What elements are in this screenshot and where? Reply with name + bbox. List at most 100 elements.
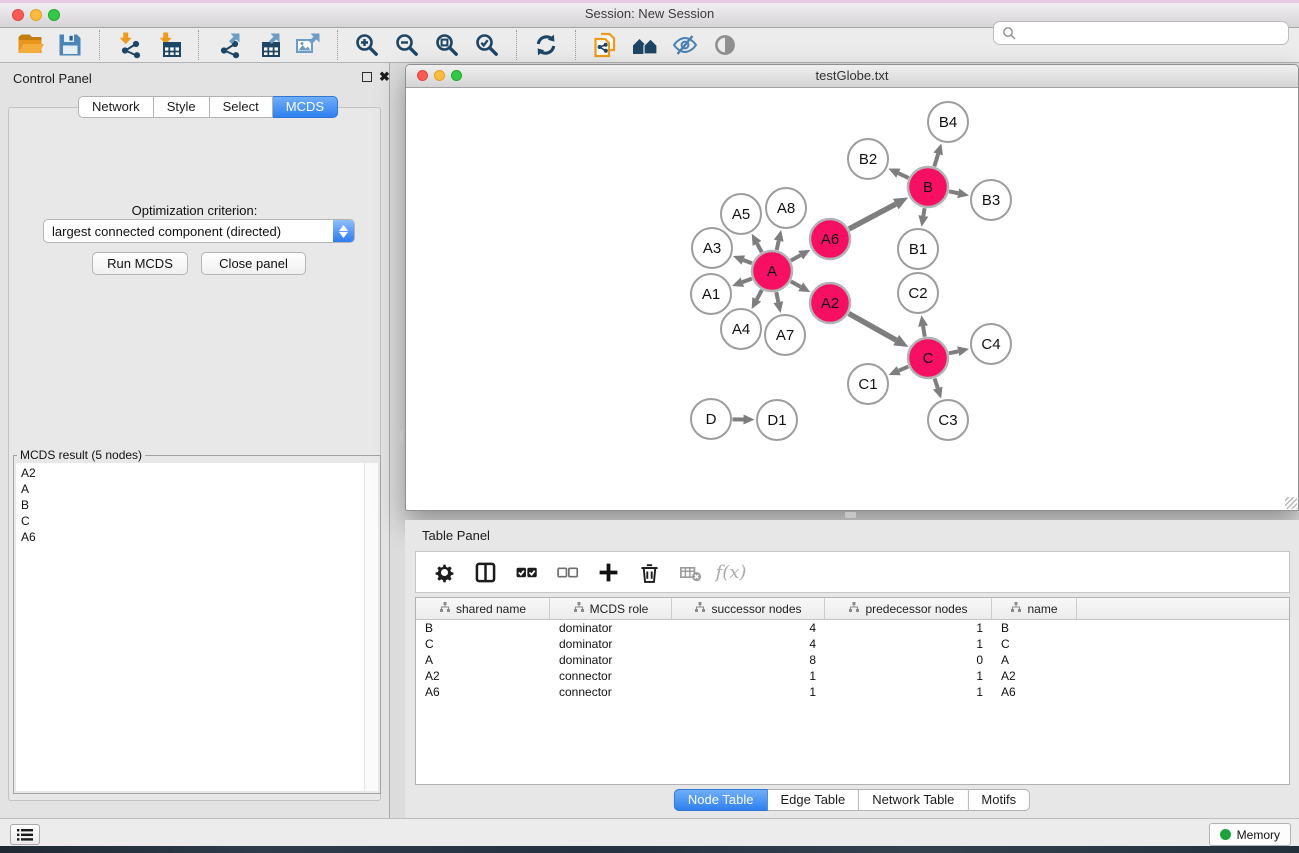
column-visibility-icon[interactable]	[472, 559, 498, 585]
table-cell[interactable]: A6	[992, 685, 1077, 699]
network-canvas[interactable]: A5A8A3A1A4A7AA6A2B2B4BB3B1C2CC4C1C3DD1	[406, 88, 1297, 510]
table-row[interactable]: Bdominator41B	[416, 620, 1289, 636]
network-overview-icon[interactable]	[630, 30, 660, 60]
close-panel-button[interactable]: Close panel	[201, 252, 306, 275]
table-cell[interactable]: dominator	[550, 621, 672, 635]
table-cell[interactable]: A2	[416, 669, 550, 683]
table-cell[interactable]: dominator	[550, 653, 672, 667]
tab-network[interactable]: Network	[78, 96, 154, 118]
mcds-result-item[interactable]: A	[16, 481, 378, 497]
show-panels-icon[interactable]	[710, 30, 740, 60]
column-header-successor-nodes[interactable]: successor nodes	[672, 598, 825, 619]
table-cell[interactable]: 4	[672, 637, 825, 651]
graph-edge-A-A2[interactable]	[791, 281, 801, 286]
table-cell[interactable]: B	[416, 621, 550, 635]
save-session-icon[interactable]	[55, 30, 85, 60]
graph-edge-A-A7[interactable]	[776, 292, 778, 302]
graph-edge-B-B4[interactable]	[934, 154, 938, 166]
zoom-fit-icon[interactable]	[432, 30, 462, 60]
export-network-icon[interactable]	[213, 30, 243, 60]
open-session-icon[interactable]	[15, 30, 45, 60]
tab-motifs[interactable]: Motifs	[968, 789, 1030, 811]
table-cell[interactable]: 1	[672, 685, 825, 699]
table-cell[interactable]: dominator	[550, 637, 672, 651]
table-cell[interactable]: 0	[825, 653, 992, 667]
graph-edge-B-B1[interactable]	[923, 208, 924, 216]
result-scrollbar[interactable]	[364, 463, 378, 791]
zoom-selected-icon[interactable]	[472, 30, 502, 60]
delete-columns-icon[interactable]	[636, 559, 662, 585]
table-cell[interactable]: connector	[550, 669, 672, 683]
graph-edge-A-A8[interactable]	[777, 241, 779, 250]
import-network-icon[interactable]	[114, 30, 144, 60]
graph-edge-C-C2[interactable]	[923, 326, 925, 337]
graph-edge-C-C4[interactable]	[949, 351, 958, 353]
mcds-result-item[interactable]: B	[16, 497, 378, 513]
mcds-result-item[interactable]: C	[16, 513, 378, 529]
memory-button[interactable]: Memory	[1209, 823, 1291, 846]
export-table-icon[interactable]	[253, 30, 283, 60]
network-window-titlebar[interactable]: testGlobe.txt	[406, 65, 1298, 88]
import-table-icon[interactable]	[154, 30, 184, 60]
graph-edge-B-B3[interactable]	[949, 191, 958, 193]
table-cell[interactable]: 1	[825, 685, 992, 699]
tab-node-table[interactable]: Node Table	[674, 789, 768, 811]
table-cell[interactable]: 4	[672, 621, 825, 635]
table-row[interactable]: Cdominator41C	[416, 636, 1289, 652]
table-cell[interactable]: 8	[672, 653, 825, 667]
select-all-rows-icon[interactable]	[513, 559, 539, 585]
tab-style[interactable]: Style	[154, 96, 210, 118]
table-cell[interactable]: 1	[825, 637, 992, 651]
table-row[interactable]: A6connector11A6	[416, 684, 1289, 700]
column-header-shared-name[interactable]: shared name	[416, 598, 550, 619]
table-cell[interactable]: A6	[416, 685, 550, 699]
vertical-splitter-handle[interactable]	[398, 430, 403, 444]
search-input[interactable]	[1022, 25, 1280, 42]
mcds-result-list[interactable]: A2ABCA6	[16, 463, 378, 791]
table-cell[interactable]: C	[416, 637, 550, 651]
export-image-icon[interactable]	[293, 30, 323, 60]
deselect-all-rows-icon[interactable]	[554, 559, 580, 585]
table-cell[interactable]: 1	[672, 669, 825, 683]
refresh-view-icon[interactable]	[531, 30, 561, 60]
mcds-result-item[interactable]: A2	[16, 465, 378, 481]
table-cell[interactable]: A	[992, 653, 1077, 667]
mcds-result-item[interactable]: A6	[16, 529, 378, 545]
search-box[interactable]	[993, 21, 1289, 45]
close-panel-icon[interactable]: ✖	[379, 70, 391, 84]
graph-edge-A-A5[interactable]	[757, 243, 762, 252]
graph-edge-A2-C[interactable]	[849, 314, 896, 341]
tab-mcds[interactable]: MCDS	[273, 96, 338, 118]
table-cell[interactable]: A	[416, 653, 550, 667]
column-header-MCDS-role[interactable]: MCDS role	[550, 598, 672, 619]
table-cell[interactable]: connector	[550, 685, 672, 699]
graph-edge-A6-B[interactable]	[849, 204, 896, 229]
graph-edge-C-C1[interactable]	[899, 367, 909, 371]
hide-panels-icon[interactable]	[670, 30, 700, 60]
graph-edge-B-B2[interactable]	[898, 173, 908, 178]
graph-edge-C-C3[interactable]	[935, 378, 938, 388]
graph-edge-A-A3[interactable]	[743, 260, 752, 263]
table-cell[interactable]: A2	[992, 669, 1077, 683]
tab-select[interactable]: Select	[210, 96, 273, 118]
horizontal-splitter-handle[interactable]	[845, 512, 856, 518]
table-row[interactable]: Adominator80A	[416, 652, 1289, 668]
table-options-gear-icon[interactable]	[431, 559, 457, 585]
table-cell[interactable]: B	[992, 621, 1077, 635]
column-header-predecessor-nodes[interactable]: predecessor nodes	[825, 598, 992, 619]
table-cell[interactable]: 1	[825, 669, 992, 683]
graph-edge-A-A1[interactable]	[742, 279, 752, 283]
table-row[interactable]: A2connector11A2	[416, 668, 1289, 684]
table-cell[interactable]: 1	[825, 621, 992, 635]
zoom-out-icon[interactable]	[392, 30, 422, 60]
tab-network-table[interactable]: Network Table	[859, 789, 968, 811]
graph-edge-A-A4[interactable]	[757, 290, 762, 299]
criterion-dropdown[interactable]: largest connected component (directed)	[43, 219, 355, 243]
add-column-icon[interactable]	[595, 559, 621, 585]
table-cell[interactable]: C	[992, 637, 1077, 651]
resize-grip-icon[interactable]	[1285, 497, 1297, 509]
zoom-in-icon[interactable]	[352, 30, 382, 60]
task-history-button[interactable]	[10, 824, 40, 845]
duplicate-network-icon[interactable]	[590, 30, 620, 60]
tab-edge-table[interactable]: Edge Table	[767, 789, 859, 811]
